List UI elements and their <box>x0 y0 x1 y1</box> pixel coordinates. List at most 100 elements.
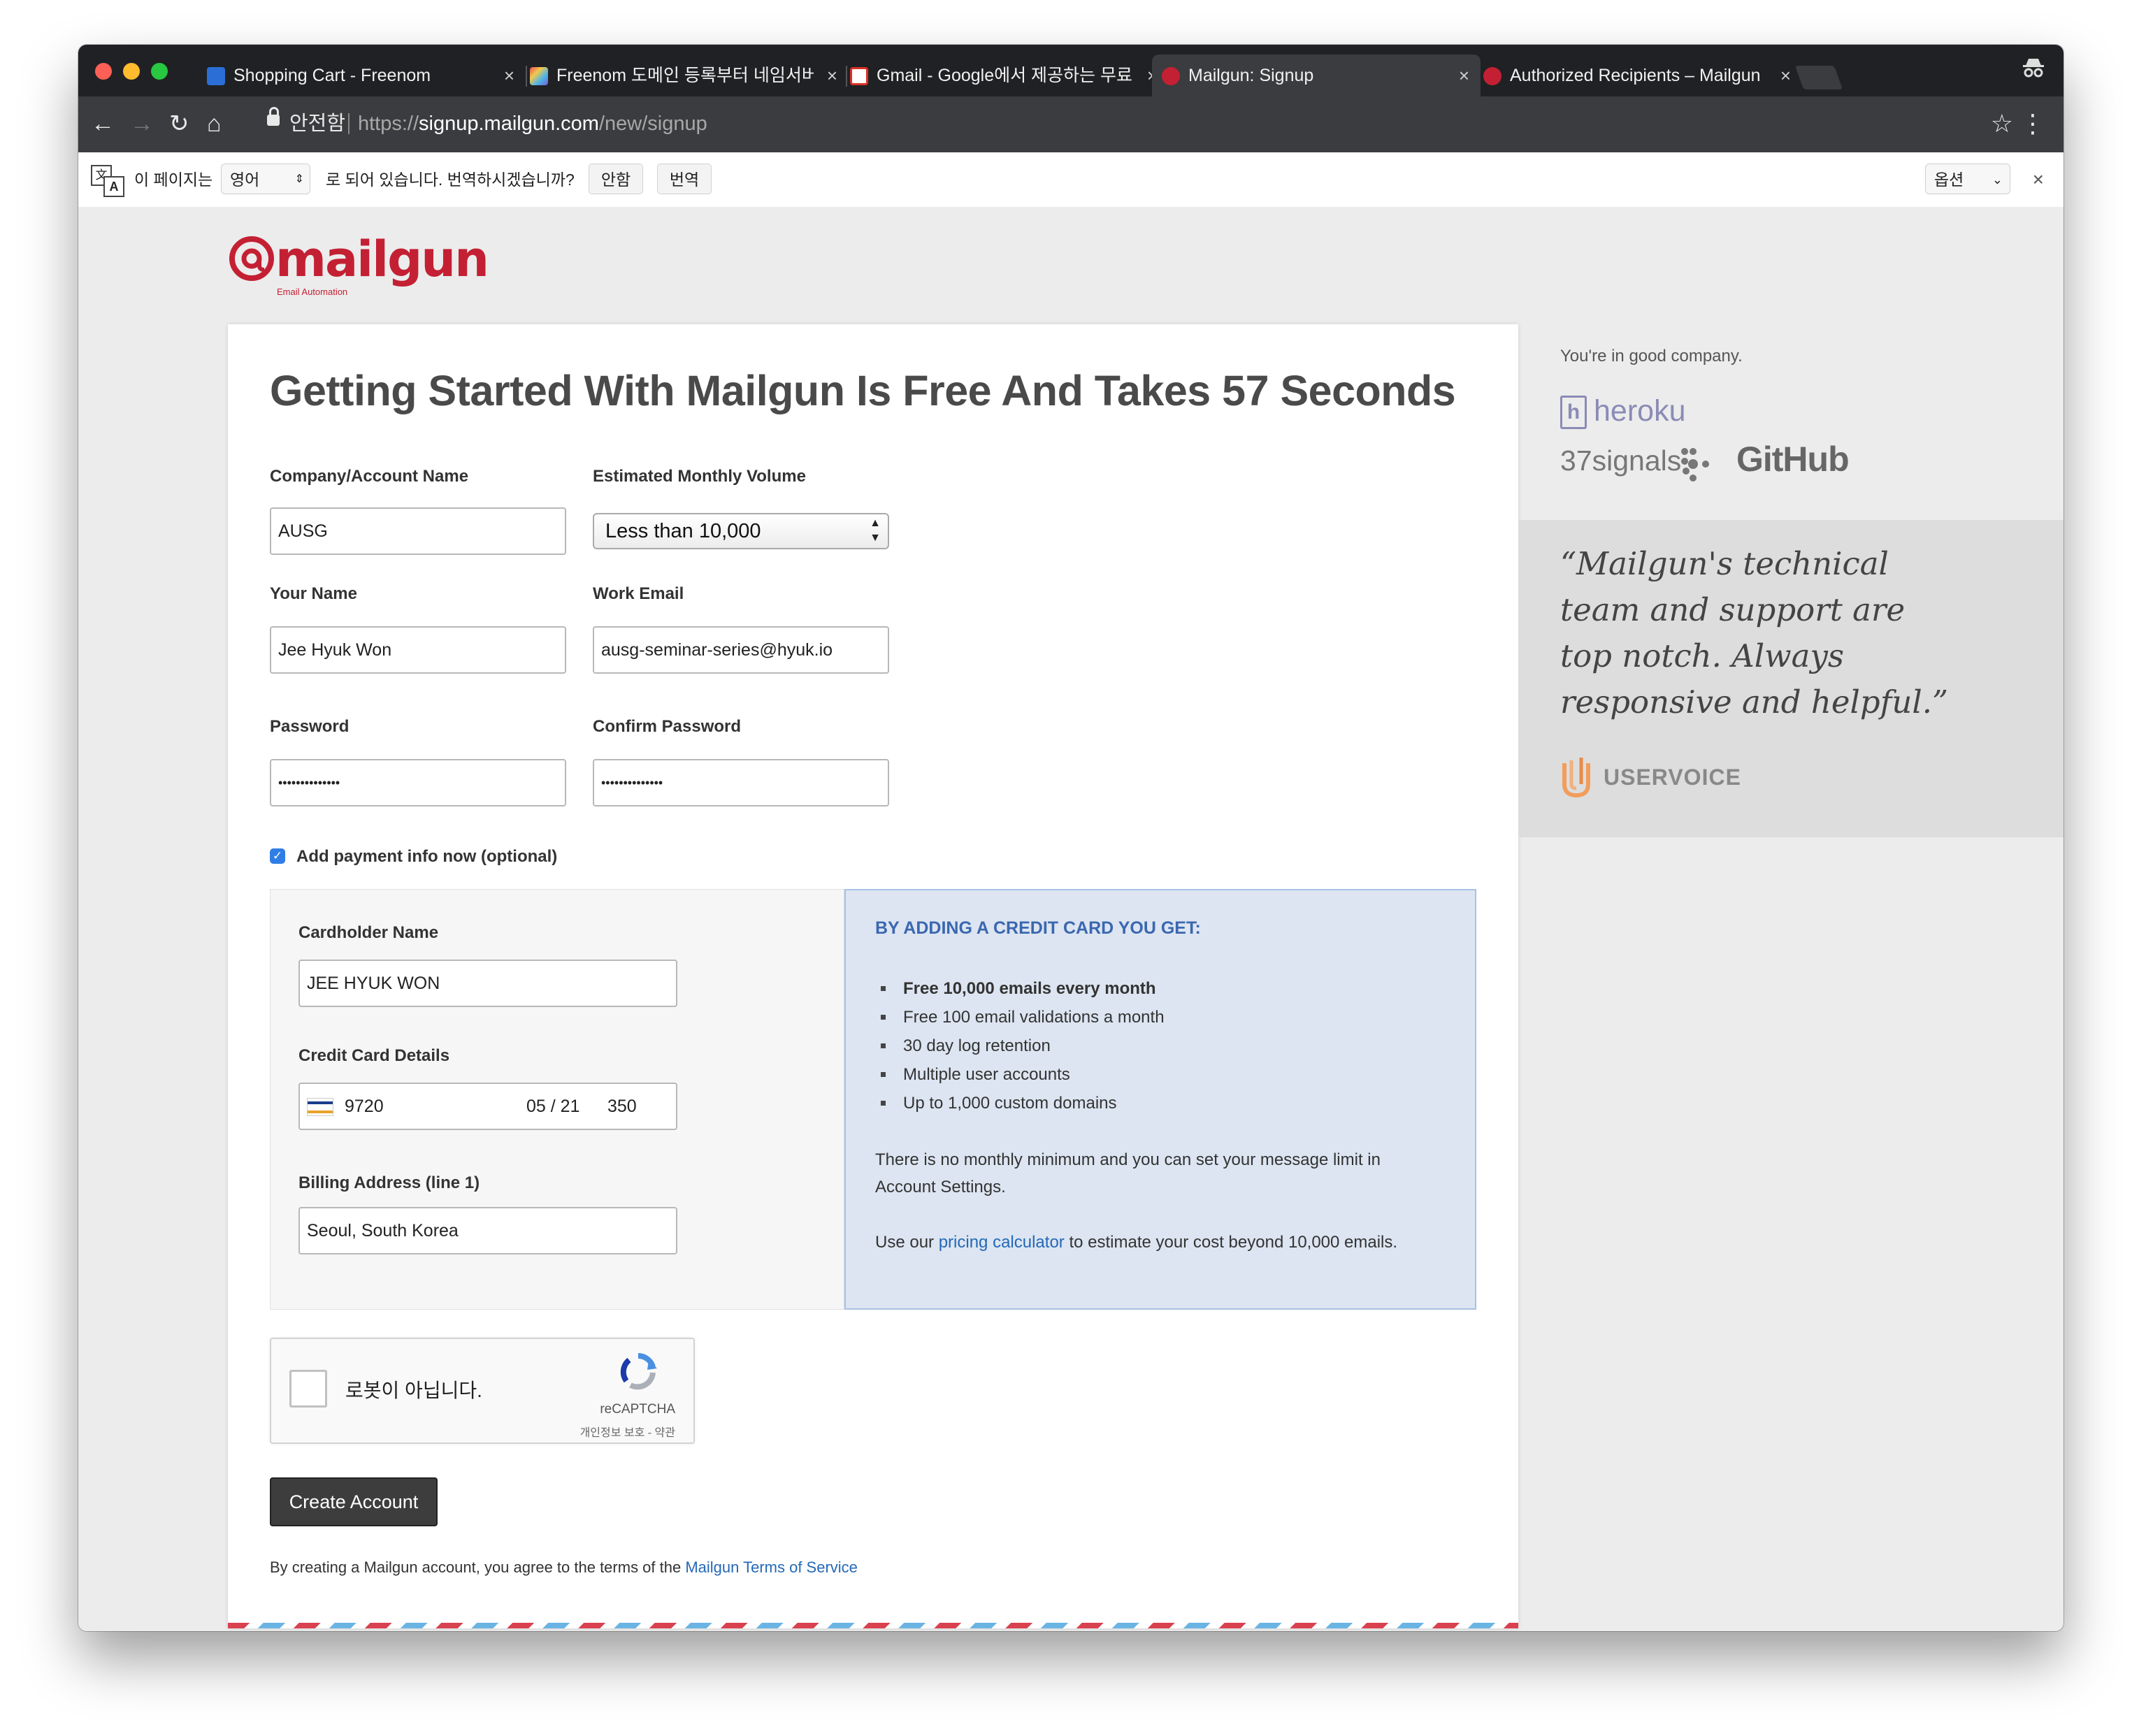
recaptcha-checkbox[interactable] <box>289 1370 327 1408</box>
pricing-note-suffix: to estimate your cost beyond 10,000 emai… <box>1064 1233 1398 1252</box>
confirm-password-input[interactable]: •••••••••••••• <box>593 759 889 806</box>
url-text: https://signup.mailgun.com/new/signup <box>358 101 707 147</box>
minimize-window-button[interactable] <box>123 63 140 80</box>
updown-icon: ⇕ <box>294 173 304 185</box>
list-item: Up to 1,000 custom domains <box>875 1089 1165 1117</box>
cardholder-label: Cardholder Name <box>298 923 439 942</box>
close-tab-icon[interactable]: × <box>827 55 837 96</box>
your-name-label: Your Name <box>270 584 357 603</box>
create-account-button[interactable]: Create Account <box>270 1477 438 1526</box>
recaptcha-label: 로봇이 아닙니다. <box>345 1380 482 1401</box>
pricing-note-prefix: Use our <box>875 1233 939 1252</box>
cardholder-input[interactable]: JEE HYUK WON <box>298 960 677 1007</box>
tab-strip: Shopping Cart - Freenom × Freenom 도메인 등록… <box>78 45 2063 96</box>
recaptcha-logo-icon <box>620 1353 657 1390</box>
close-tab-icon[interactable]: × <box>1780 55 1791 96</box>
37signals-logo: 37signals <box>1560 444 1682 477</box>
volume-value: Less than 10,000 <box>605 520 761 542</box>
payment-checkbox[interactable]: ✓ <box>270 848 285 864</box>
card-number: 9720 <box>345 1097 384 1116</box>
payment-form: Cardholder Name JEE HYUK WON Credit Card… <box>270 889 844 1310</box>
back-arrow-icon[interactable]: ← <box>91 108 115 140</box>
logo-word: mailgun <box>275 231 489 288</box>
volume-select[interactable]: Less than 10,000 ▲ ▼ <box>593 513 889 549</box>
translate-bar: 文 A 이 페이지는 영어 ⇕ 로 되어 있습니다. 번역하시겠습니까? 안함 … <box>78 152 2063 208</box>
translate-icon-glyph: A <box>103 176 124 197</box>
37signals-mark-icon <box>1676 444 1715 492</box>
pricing-note: Use our pricing calculator to estimate y… <box>875 1229 1476 1256</box>
translate-prefix: 이 페이지는 <box>134 171 213 189</box>
recaptcha-widget: 로봇이 아닙니다. reCAPTCHA 개인정보 보호 - 약관 <box>270 1338 695 1444</box>
mailgun-at-icon <box>229 236 274 281</box>
testimonial-quote: “Mailgun's technical team and support ar… <box>1560 545 1949 721</box>
reload-icon[interactable]: ↻ <box>169 108 189 140</box>
tab-freenom-guide[interactable]: Freenom 도메인 등록부터 네임서버 × <box>520 55 849 96</box>
signup-card: Getting Started With Mailgun Is Free And… <box>228 324 1518 1628</box>
mailgun-logo[interactable]: mailgun Email Automation <box>228 231 489 297</box>
confirm-password-label: Confirm Password <box>593 717 742 736</box>
close-tab-icon[interactable]: × <box>1459 55 1469 96</box>
work-email-label: Work Email <box>593 584 684 603</box>
translate-icon: 文 A <box>91 165 124 197</box>
volume-label: Estimated Monthly Volume <box>593 467 806 486</box>
address-bar[interactable]: 안전함 https://signup.mailgun.com/new/signu… <box>253 101 2001 147</box>
zoom-window-button[interactable] <box>151 63 168 80</box>
colorful-cube-icon <box>530 67 548 85</box>
company-label: Company/Account Name <box>270 467 469 486</box>
password-label: Password <box>270 717 350 736</box>
freenom-icon <box>207 67 225 85</box>
tab-shopping-cart[interactable]: Shopping Cart - Freenom × <box>197 55 526 96</box>
your-name-input[interactable]: Jee Hyuk Won <box>270 626 566 674</box>
pricing-calculator-link[interactable]: pricing calculator <box>939 1233 1065 1252</box>
close-translate-icon[interactable]: × <box>2033 152 2044 207</box>
url-separator <box>348 113 350 134</box>
credit-card-label: Credit Card Details <box>298 1046 450 1065</box>
tab-gmail[interactable]: Gmail - Google에서 제공하는 무료 × <box>840 55 1169 96</box>
sidebar-heading: You're in good company. <box>1560 347 1743 366</box>
home-icon[interactable]: ⌂ <box>207 108 222 140</box>
dont-translate-button[interactable]: 안함 <box>589 164 643 194</box>
benefits-list: Free 10,000 emails every month Free 100 … <box>875 974 1165 1117</box>
lock-icon <box>267 107 280 126</box>
company-input[interactable]: AUSG <box>270 507 566 555</box>
terms-of-service-link[interactable]: Mailgun Terms of Service <box>685 1558 858 1576</box>
terms-agreement: By creating a Mailgun account, you agree… <box>270 1558 858 1577</box>
benefits-heading: BY ADDING A CREDIT CARD YOU GET: <box>875 918 1201 938</box>
tab-mailgun-signup[interactable]: Mailgun: Signup × <box>1152 55 1481 96</box>
translate-question: 로 되어 있습니다. 번역하시겠습니까? <box>326 171 575 189</box>
browser-toolbar: ← → ↻ ⌂ 안전함 https://signup.mailgun.com/n… <box>78 96 2063 152</box>
bookmark-star-icon[interactable]: ☆ <box>1991 101 2013 147</box>
new-tab-button[interactable] <box>1794 66 1843 89</box>
close-tab-icon[interactable]: × <box>504 55 514 96</box>
billing-address-input[interactable]: Seoul, South Korea <box>298 1207 677 1254</box>
billing-address-label: Billing Address (line 1) <box>298 1173 480 1192</box>
list-item: 30 day log retention <box>875 1032 1165 1060</box>
password-input[interactable]: •••••••••••••• <box>270 759 566 806</box>
close-window-button[interactable] <box>95 63 112 80</box>
heroku-logo-text: heroku <box>1594 394 1686 428</box>
recaptcha-terms-link[interactable]: 개인정보 보호 - 약관 <box>580 1423 675 1440</box>
forward-arrow-icon[interactable]: → <box>130 108 154 140</box>
work-email-input[interactable]: ausg-seminar-series@hyuk.io <box>593 626 889 674</box>
translate-options-select[interactable]: 옵션 ⌄ <box>1925 164 2010 194</box>
language-select[interactable]: 영어 ⇕ <box>221 164 310 194</box>
updown-arrows-icon: ▲ ▼ <box>870 517 881 544</box>
browser-window: Shopping Cart - Freenom × Freenom 도메인 등록… <box>78 45 2063 1631</box>
mailgun-icon <box>1162 67 1180 85</box>
options-label: 옵션 <box>1934 171 1964 189</box>
payment-checkbox-label: Add payment info now (optional) <box>296 847 558 866</box>
url-host: signup.mailgun.com <box>419 113 599 135</box>
card-cvc: 350 <box>607 1097 637 1116</box>
menu-dots-icon[interactable]: ⋮ <box>2020 101 2045 147</box>
uservoice-mark-icon <box>1562 758 1590 798</box>
secure-label: 안전함 <box>289 113 346 135</box>
card-expiry: 05 / 21 <box>526 1097 580 1116</box>
credit-card-benefits-panel: BY ADDING A CREDIT CARD YOU GET: Free 10… <box>844 889 1476 1310</box>
language-value: 영어 <box>230 171 260 189</box>
url-path: /new/signup <box>598 113 707 135</box>
url-scheme: https:// <box>358 113 419 135</box>
translate-button[interactable]: 번역 <box>657 164 712 194</box>
credit-card-input[interactable]: 9720 05 / 21 350 <box>298 1083 677 1130</box>
airmail-border <box>228 1623 1518 1628</box>
tab-authorized-recipients[interactable]: Authorized Recipients – Mailgun × <box>1474 55 1802 96</box>
